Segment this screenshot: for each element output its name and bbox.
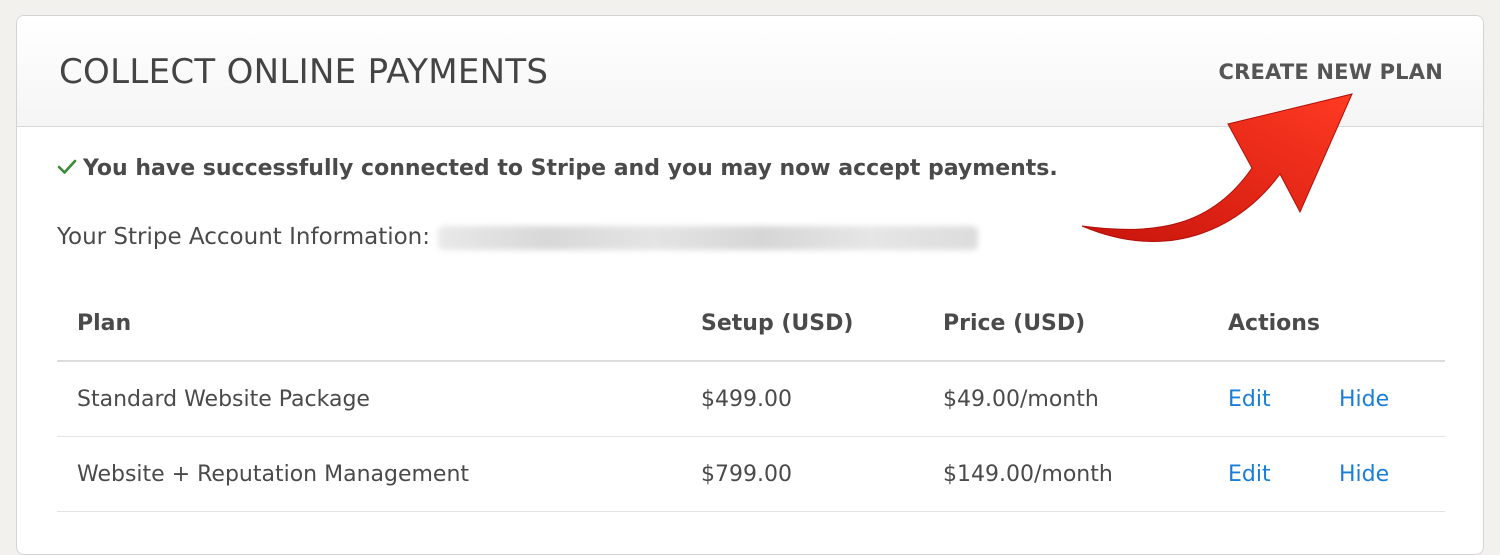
column-header-price: Price (USD) [923, 286, 1208, 362]
account-info: Your Stripe Account Information: [57, 224, 978, 250]
redacted-account-details [438, 225, 978, 250]
plan-price: $49.00/month [923, 361, 1208, 437]
check-icon [57, 159, 77, 174]
edit-link[interactable]: Edit [1228, 462, 1339, 487]
plan-setup: $799.00 [681, 436, 923, 512]
red-arrow-icon [1081, 93, 1353, 242]
column-header-setup: Setup (USD) [681, 286, 923, 362]
success-message: You have successfully connected to Strip… [57, 156, 1058, 181]
plan-name: Website + Reputation Management [57, 436, 681, 512]
table-row: Website + Reputation Management $799.00 … [57, 436, 1445, 512]
plan-actions: Edit Hide [1208, 436, 1445, 512]
account-info-label: Your Stripe Account Information: [57, 224, 430, 250]
page-title: COLLECT ONLINE PAYMENTS [59, 52, 549, 92]
table-header-row: Plan Setup (USD) Price (USD) Actions [57, 286, 1445, 362]
plan-actions: Edit Hide [1208, 361, 1445, 437]
plan-setup: $499.00 [681, 361, 923, 437]
hide-link[interactable]: Hide [1339, 387, 1389, 412]
plans-table: Plan Setup (USD) Price (USD) Actions Sta… [57, 286, 1445, 512]
column-header-plan: Plan [57, 286, 681, 362]
plan-name: Standard Website Package [57, 361, 681, 437]
hide-link[interactable]: Hide [1339, 462, 1389, 487]
table-row: Standard Website Package $499.00 $49.00/… [57, 361, 1445, 437]
column-header-actions: Actions [1208, 286, 1445, 362]
edit-link[interactable]: Edit [1228, 387, 1339, 412]
plan-price: $149.00/month [923, 436, 1208, 512]
success-text: You have successfully connected to Strip… [83, 156, 1058, 181]
